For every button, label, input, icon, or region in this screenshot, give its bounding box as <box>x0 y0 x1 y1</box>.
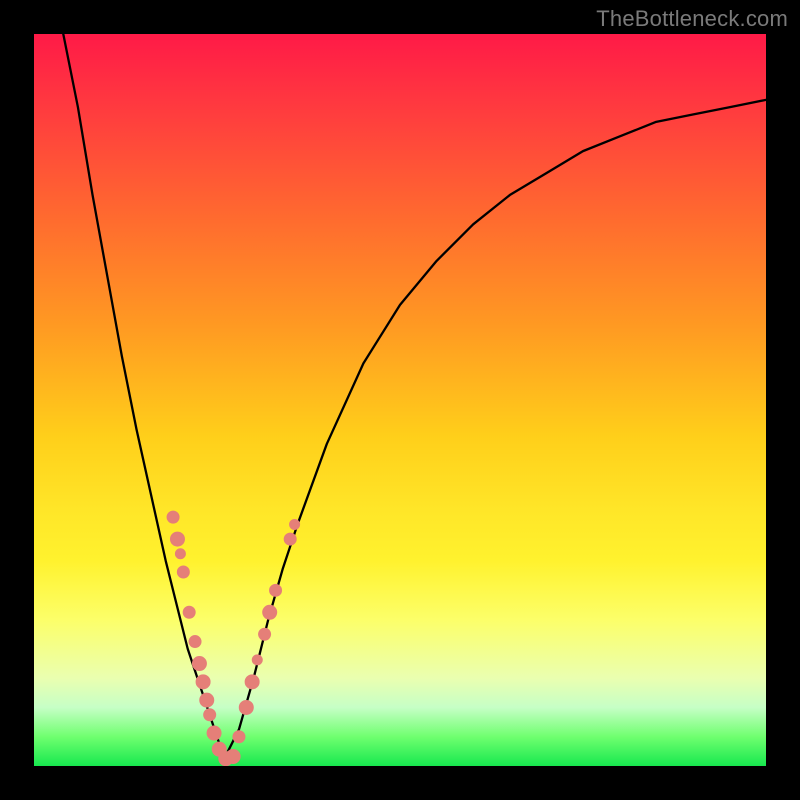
data-point <box>245 675 259 689</box>
data-point <box>239 700 253 714</box>
data-point <box>284 533 296 545</box>
data-point <box>259 628 271 640</box>
data-point <box>252 655 262 665</box>
data-point <box>226 749 240 763</box>
plot-area <box>34 34 766 766</box>
data-point <box>189 636 201 648</box>
chart-svg <box>34 34 766 766</box>
data-point <box>175 549 185 559</box>
data-point <box>233 731 245 743</box>
data-point <box>204 709 216 721</box>
curve-group <box>63 34 766 759</box>
watermark-text: TheBottleneck.com <box>596 6 788 32</box>
data-point <box>200 693 214 707</box>
data-point <box>270 584 282 596</box>
data-point <box>167 511 179 523</box>
data-point <box>263 605 277 619</box>
data-point <box>183 606 195 618</box>
data-point <box>177 566 189 578</box>
marker-dots-group <box>167 511 300 766</box>
data-point <box>290 519 300 529</box>
data-point <box>207 726 221 740</box>
series-right-branch <box>224 100 766 759</box>
data-point <box>196 675 210 689</box>
outer-frame: TheBottleneck.com <box>0 0 800 800</box>
data-point <box>192 657 206 671</box>
data-point <box>170 532 184 546</box>
series-left-branch <box>63 34 224 759</box>
